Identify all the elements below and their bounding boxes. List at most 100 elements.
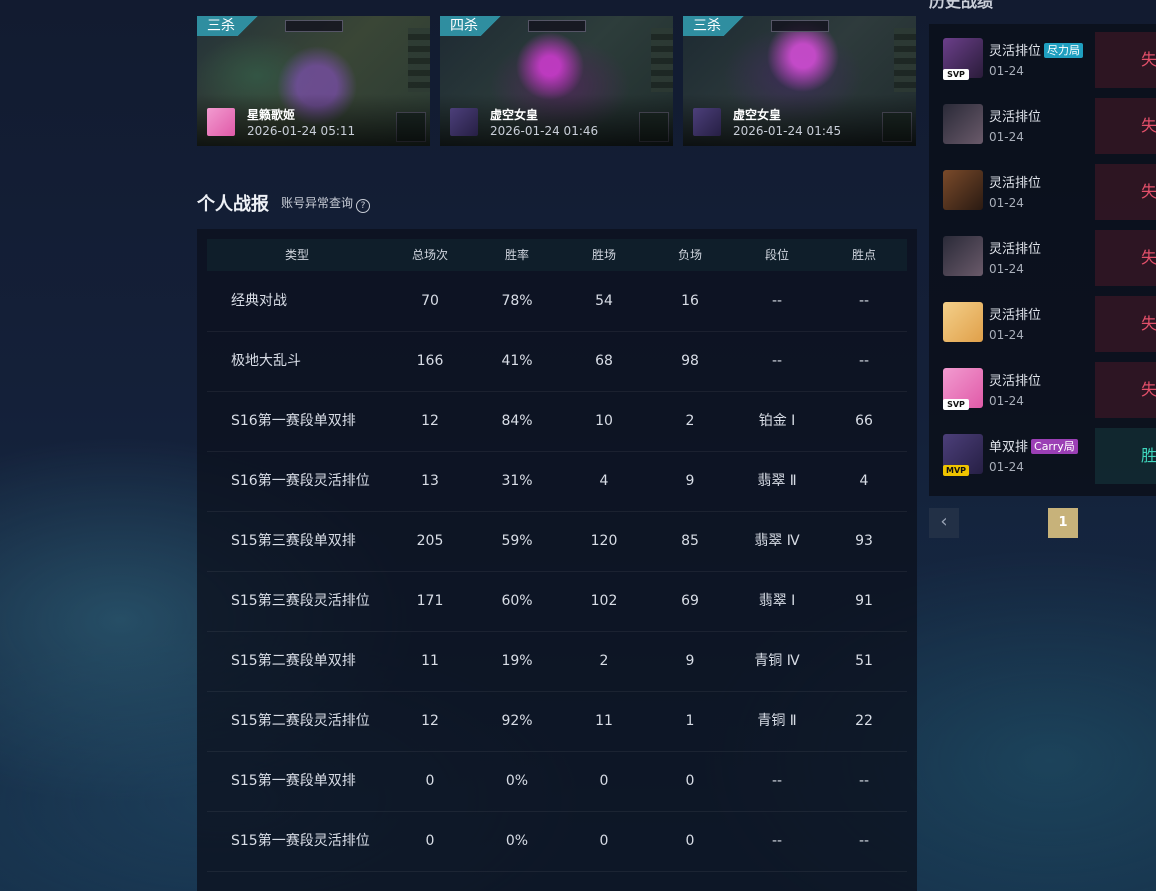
history-item[interactable]: SVP 灵活排位 尽力局 01-24 失 [929,24,1156,90]
table-cell: 92% [501,713,533,729]
history-item[interactable]: SVP 灵活排位 01-24 失 [929,354,1156,420]
history-list: SVP 灵活排位 尽力局 01-24 失灵活排位 01-24 失灵活排位 01-24 失灵活排位… [929,24,1156,496]
match-mode-label: 灵活排位 [989,110,1042,125]
highlight-clip[interactable]: 三杀 星籁歌姬 2026-01-24 05:11 [197,16,430,146]
table-cell: 84% [501,413,533,429]
history-item[interactable]: 灵活排位 01-24 失 [929,222,1156,288]
clip-sidebar [408,28,430,92]
table-cell: 19% [501,653,533,669]
highlight-clip[interactable]: 四杀 虚空女皇 2026-01-24 01:46 [440,16,673,146]
table-cell: 0 [685,833,695,849]
table-row: 极地大乱斗 166 41% 68 98 -- -- [207,331,907,392]
header-winrate: 胜率 [504,248,529,262]
table-cell: 78% [501,293,533,309]
hero-avatar [207,108,235,136]
clip-kill-tag: 四杀 [440,16,502,36]
match-date: 01-24 [989,64,1024,78]
table-header: 类型 总场次 胜率 胜场 负场 段位 胜点 [207,239,907,271]
table-cell: 12 [421,713,439,729]
table-cell: 0% [505,833,529,849]
match-date: 01-24 [989,328,1024,342]
table-cell: S15第一赛段灵活排位 [231,833,370,849]
prev-page-button[interactable]: ‹ [929,508,959,538]
table-cell: S16第一赛段灵活排位 [231,473,370,489]
table-row: S15第三赛段单双排 205 59% 120 85 翡翠 Ⅳ 93 [207,511,907,572]
match-mode: 灵活排位 [989,370,1041,389]
match-result: 失 [1095,230,1156,286]
table-cell: 0 [425,833,435,849]
clip-kill-tag: 三杀 [683,16,745,36]
match-result: 失 [1095,98,1156,154]
table-cell: 68 [595,353,613,369]
table-cell: S15第三赛段单双排 [231,533,356,549]
clip-hud [770,20,829,32]
table-row: S15第二赛段单双排 11 19% 2 9 青铜 Ⅳ 51 [207,631,907,692]
table-cell: 54 [595,293,613,309]
table-cell: 16 [681,293,699,309]
table-cell: 70 [421,293,439,309]
clip-time: 2026-01-24 05:11 [247,124,356,138]
match-result: 失 [1095,296,1156,352]
match-date: 01-24 [989,196,1024,210]
clip-kill-tag: 三杀 [197,16,259,36]
page-1-button[interactable]: 1 [1048,508,1078,538]
match-mode-label: 灵活排位 [989,176,1042,191]
table-cell: S15第三赛段灵活排位 [231,593,370,609]
table-cell: 31% [501,473,533,489]
hero-avatar [450,108,478,136]
match-date: 01-24 [989,262,1024,276]
table-cell: 9 [685,473,695,489]
table-cell: 166 [416,353,444,369]
table-cell: 2 [685,413,695,429]
table-cell: 41% [501,353,533,369]
history-item[interactable]: 灵活排位 01-24 失 [929,90,1156,156]
table-row: S16第一赛段灵活排位 13 31% 4 9 翡翠 Ⅱ 4 [207,451,907,512]
table-cell: 0% [505,773,529,789]
table-cell: 1 [685,713,695,729]
table-cell: 69 [681,593,699,609]
table-cell: S15第二赛段灵活排位 [231,713,370,729]
match-mode-label: 灵活排位 [989,44,1042,59]
champion-avatar [943,302,983,342]
history-item[interactable]: 灵活排位 01-24 失 [929,156,1156,222]
clip-time: 2026-01-24 01:45 [733,124,842,138]
hero-avatar [693,108,721,136]
table-cell: 51 [855,653,873,669]
table-cell: 青铜 Ⅳ [754,653,800,669]
header-total: 总场次 [411,248,448,262]
table-cell: 13 [421,473,439,489]
match-mode-label: 灵活排位 [989,374,1042,389]
account-anomaly-link[interactable]: 账号异常查询? [281,194,371,213]
history-title: 历史战绩 [929,0,994,11]
table-cell: 翡翠 Ⅳ [754,533,800,549]
highlight-clip[interactable]: 三杀 虚空女皇 2026-01-24 01:45 [683,16,916,146]
table-row: S15第三赛段灵活排位 171 60% 102 69 翡翠 Ⅰ 91 [207,571,907,632]
table-row: S16第一赛段单双排 12 84% 10 2 铂金 Ⅰ 66 [207,391,907,452]
table-cell: 9 [685,653,695,669]
header-wins: 胜场 [591,248,616,262]
champion-avatar [943,170,983,210]
history-item[interactable]: 灵活排位 01-24 失 [929,288,1156,354]
history-item[interactable]: MVP 单双排 Carry局 01-24 胜 [929,420,1156,486]
table-cell: 0 [599,833,609,849]
table-cell: 85 [681,533,699,549]
table-cell: S15第一赛段单双排 [231,773,356,789]
table-cell: 11 [421,653,439,669]
table-cell: 10 [595,413,613,429]
clip-hud [527,20,586,32]
stats-table: 类型 总场次 胜率 胜场 负场 段位 胜点 经典对战 70 78% 54 16 -- -- 极… [197,229,917,891]
table-row: 经典对战 70 78% 54 16 -- -- [207,271,907,332]
table-cell: 青铜 Ⅱ [757,713,797,729]
table-cell: 120 [590,533,618,549]
match-mode: 灵活排位 尽力局 [989,40,1084,59]
match-date: 01-24 [989,130,1024,144]
table-cell: 22 [855,713,873,729]
help-icon[interactable]: ? [356,199,371,213]
match-result: 胜 [1095,428,1156,484]
match-mode-label: 单双排 [989,440,1029,455]
table-cell: 93 [855,533,873,549]
table-cell: 171 [416,593,444,609]
clip-hud [284,20,343,32]
match-mode: 灵活排位 [989,106,1041,125]
clip-sidebar [651,28,673,92]
